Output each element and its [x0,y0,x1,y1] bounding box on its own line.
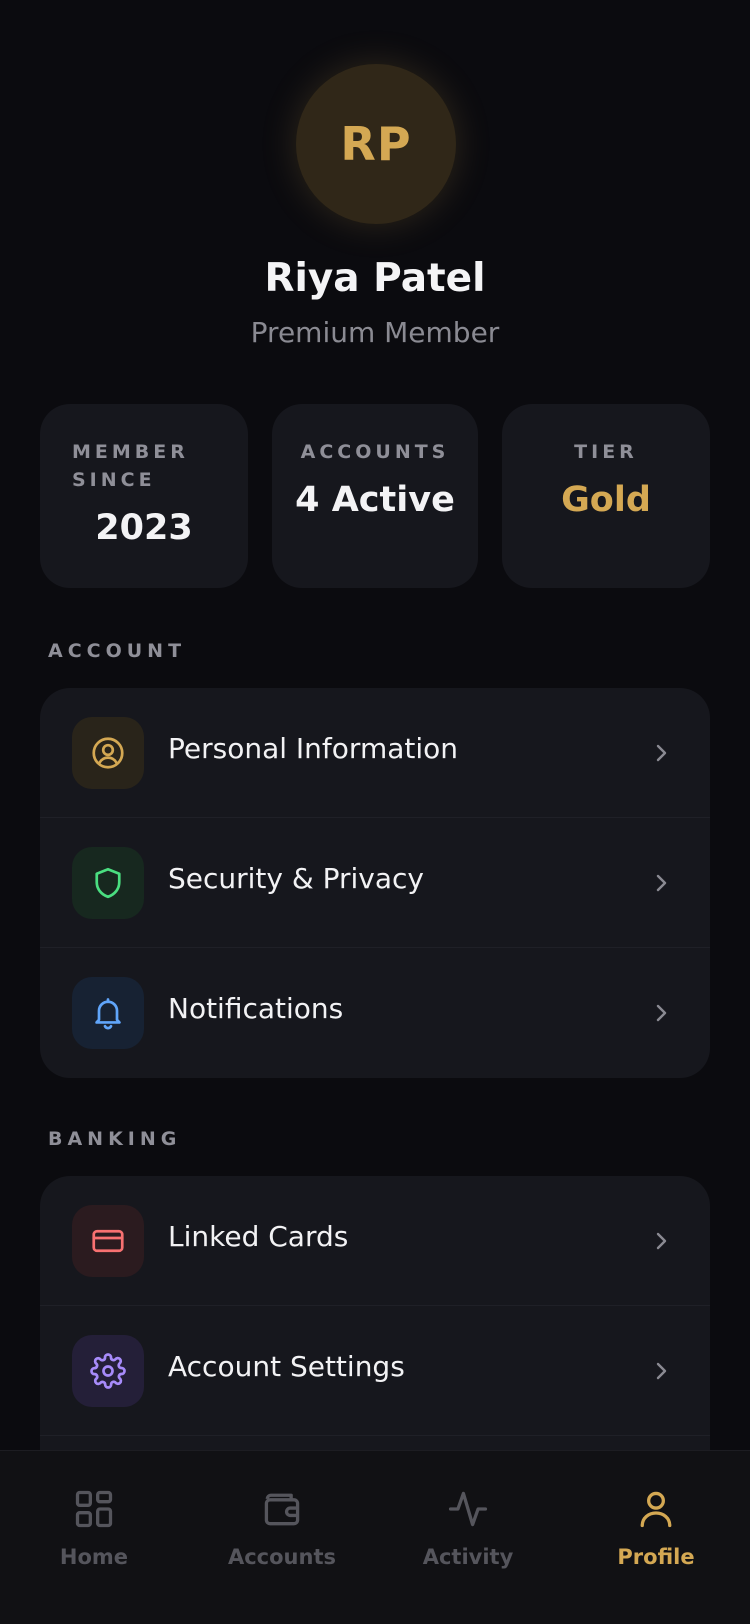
menu-item-label: Account Settings [168,1350,405,1383]
stat-label: ACCOUNTS [300,441,450,463]
profile-name: Riya Patel [264,256,486,301]
menu-item-label: Linked Cards [168,1220,349,1253]
stat-value: Gold [561,480,651,520]
credit-card-icon [92,1229,124,1253]
activity-icon [448,1491,488,1527]
stat-card-member-since: MEMBER SINCE 2023 [40,404,248,588]
chevron-right-icon [656,874,667,892]
nav-item-activity[interactable]: Activity [388,1487,548,1569]
chevron-right-icon [656,744,667,762]
icon-box [72,847,144,919]
section-title-account: ACCOUNT [48,640,187,662]
stat-value: 2023 [95,508,193,548]
shield-icon [95,867,121,899]
account-settings-group: Personal Information Security & Privacy … [40,688,710,1078]
chevron-right-icon [656,1362,667,1380]
banking-settings-group: Linked Cards Account Settings [40,1176,710,1476]
stat-label: MEMBER SINCE [72,441,189,491]
grid-icon [75,1490,113,1528]
menu-item-label: Personal Information [168,732,459,765]
menu-item-label: Security & Privacy [168,862,424,895]
nav-label: Home [59,1545,129,1569]
icon-box [72,977,144,1049]
icon-box [72,717,144,789]
membership-label: Premium Member [250,316,500,349]
menu-item-linked-cards[interactable]: Linked Cards [40,1176,710,1306]
user-circle-icon [92,737,124,769]
menu-item-account-settings[interactable]: Account Settings [40,1306,710,1436]
menu-item-label: Notifications [168,992,344,1025]
menu-item-security-privacy[interactable]: Security & Privacy [40,818,710,948]
user-icon [640,1491,672,1528]
nav-label: Profile [617,1545,695,1569]
gear-icon [90,1353,126,1389]
icon-box [72,1335,144,1407]
chevron-right-icon [656,1004,667,1022]
nav-label: Activity [422,1545,514,1569]
profile-screen: RP Riya Patel Premium Member MEMBER SINC… [0,0,750,1624]
stat-value: 4 Active [295,480,455,520]
nav-item-home[interactable]: Home [14,1487,174,1569]
stat-label: TIER [574,441,638,463]
avatar[interactable]: RP [296,64,456,224]
wallet-icon [264,1493,300,1526]
bottom-nav: Home Accounts Activity Profile [0,1450,750,1624]
bell-icon [95,998,121,1030]
nav-label: Accounts [227,1545,336,1569]
nav-item-accounts[interactable]: Accounts [202,1487,362,1569]
icon-box [72,1205,144,1277]
section-title-banking: BANKING [48,1128,182,1150]
chevron-right-icon [656,1232,667,1250]
avatar-initials: RP [340,117,412,171]
stat-card-accounts: ACCOUNTS 4 Active [272,404,478,588]
nav-item-profile[interactable]: Profile [576,1487,736,1569]
menu-item-personal-information[interactable]: Personal Information [40,688,710,818]
stat-card-tier: TIER Gold [502,404,710,588]
menu-item-notifications[interactable]: Notifications [40,948,710,1078]
